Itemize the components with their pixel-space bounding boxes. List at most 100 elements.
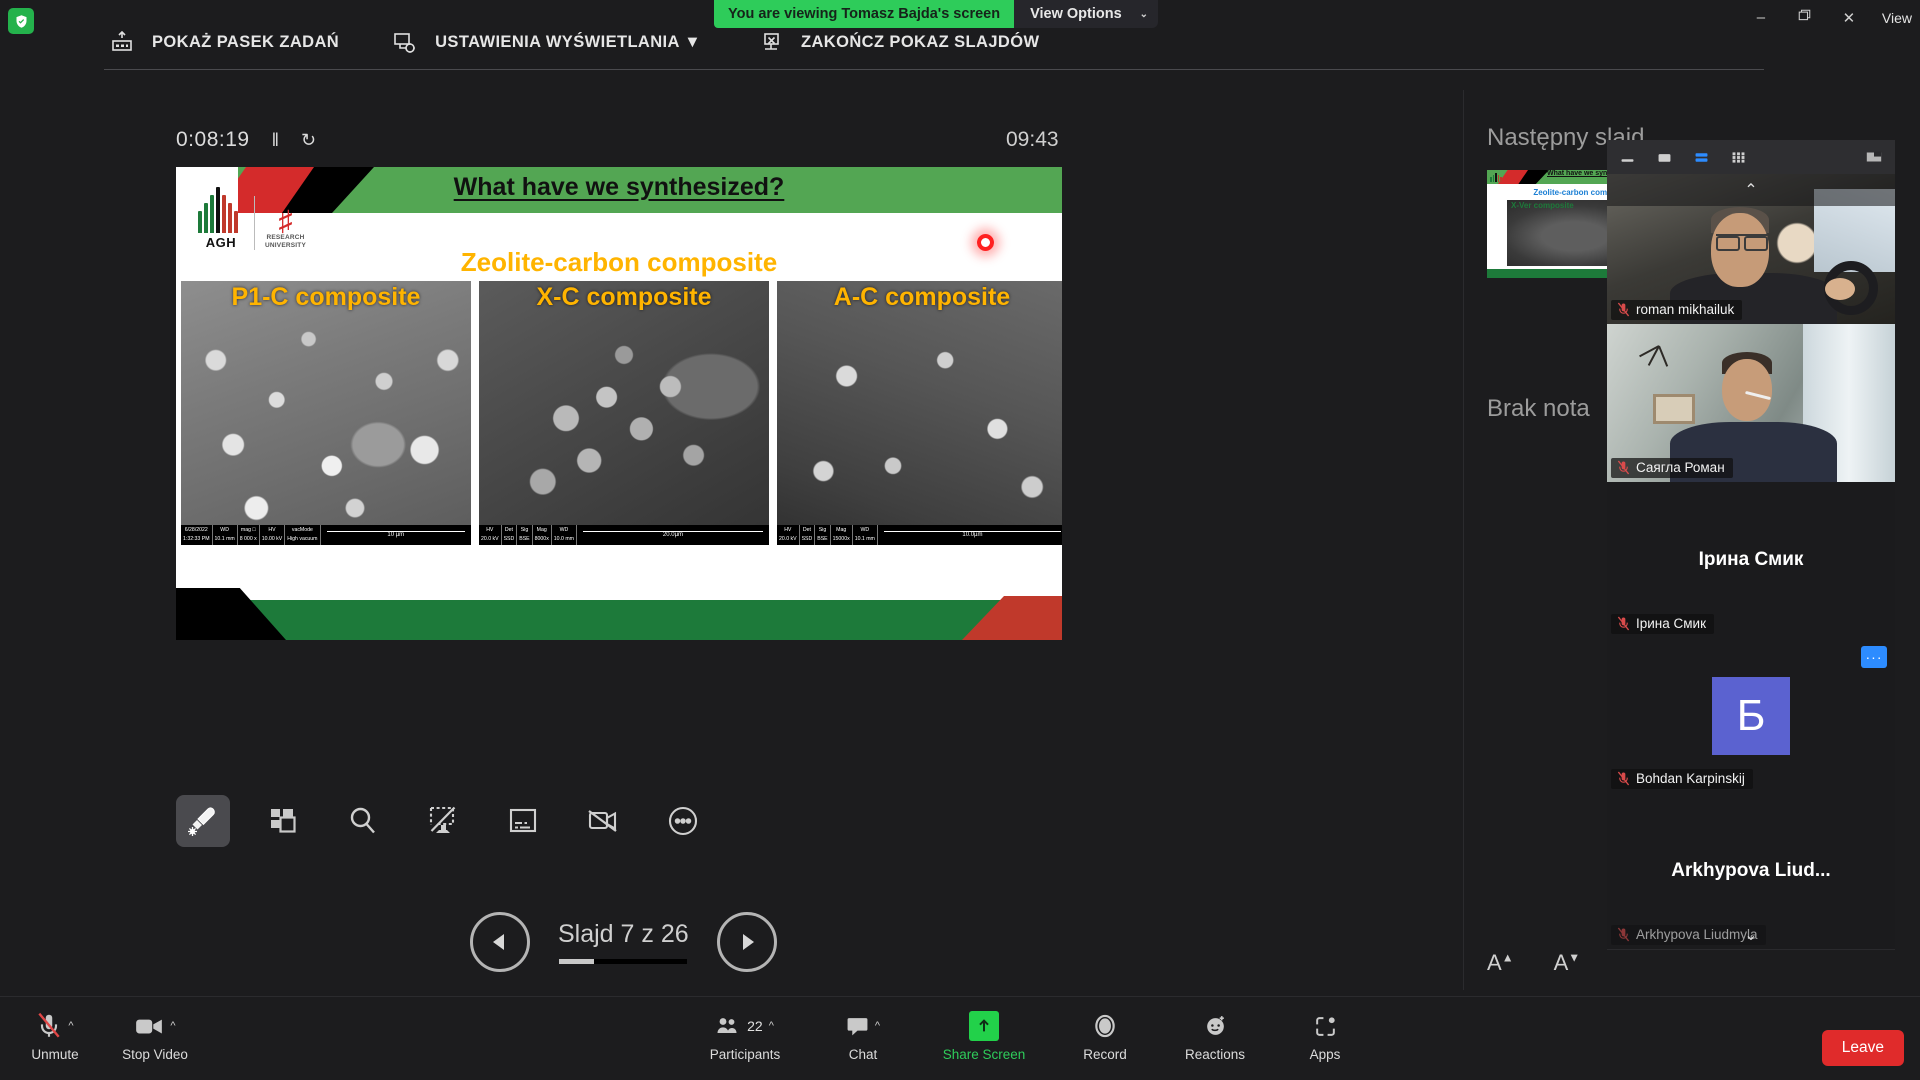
decrease-font-button[interactable]: A▼ (1554, 950, 1581, 976)
show-taskbar-button[interactable]: POKAŻ PASEK ZADAŃ (108, 30, 339, 56)
elapsed-time: 0:08:19 (176, 128, 250, 151)
slide-counter-group: Slajd 7 z 26 (558, 920, 689, 964)
participants-button[interactable]: 22 ^ Participants (700, 1011, 790, 1062)
toolbar-left-group: ^ Unmute ^ Stop Video (18, 1011, 192, 1062)
more-options-icon (668, 806, 698, 836)
pause-timer-button[interactable]: ‖ (272, 130, 279, 151)
scroll-down-button[interactable]: ⌄ (1607, 925, 1895, 945)
info-bottom: 8000x (534, 536, 549, 542)
video-tile[interactable]: Ірина Смик Ірина Смик (1607, 482, 1895, 638)
sem-info-cell: Det SSD (502, 525, 518, 545)
magnifier-tool[interactable] (336, 795, 390, 847)
close-button[interactable]: ✕ (1838, 9, 1860, 27)
subtitle-tool[interactable] (496, 795, 550, 847)
increase-font-button[interactable]: A▲ (1487, 950, 1514, 976)
spotlight-pen-tool[interactable] (176, 795, 230, 847)
stop-video-annot-tool[interactable] (576, 795, 630, 847)
participant-name-badge: Саягла Роман (1611, 458, 1733, 478)
next-slide-button[interactable] (716, 912, 777, 972)
apps-button[interactable]: Apps (1288, 1011, 1362, 1062)
sem-scalebar-3: 10.0µm (878, 525, 1062, 545)
sem-panel-ac: A-C composite HV 20.0 kV Det SSD Sig BSE Ma… (777, 281, 1062, 545)
sem-info-cell: vacMode High vacuum (285, 525, 321, 545)
notes-font-controls: A▲ A▼ (1487, 950, 1580, 976)
sem-info-cell: WD 10.1 mm (213, 525, 238, 545)
record-button[interactable]: Record (1068, 1011, 1142, 1062)
mic-off-icon (38, 1012, 61, 1038)
sem-panel-xc: X-C composite HV 20.0 kV Det SSD Sig BSE Ma… (479, 281, 769, 545)
video-strip-header (1607, 140, 1895, 174)
collapse-strip-button[interactable]: ⌃ (1607, 174, 1895, 206)
slide-subtitle: Zeolite-carbon composite (460, 247, 778, 277)
restore-button[interactable] (1794, 8, 1816, 27)
participant-name-badge: Ірина Смик (1611, 614, 1714, 634)
sem-infobar-3: HV 20.0 kV Det SSD Sig BSE Mag 15000x WD 10.1… (777, 525, 1062, 545)
end-slideshow-button[interactable]: ZAKOŃCZ POKAZ SLAJDÓW (757, 30, 1039, 56)
apps-label: Apps (1309, 1047, 1341, 1062)
window-controls: – ✕ View (1750, 8, 1912, 27)
chevron-up-icon[interactable]: ^ (170, 1020, 175, 1032)
mic-off-icon (1617, 771, 1630, 786)
toolbar-center-group: 22 ^ Participants ^ Chat Share Screen Re… (700, 1011, 1362, 1062)
video-tile[interactable]: ··· Б Bohdan Karpinskij (1607, 638, 1895, 793)
slide-canvas[interactable]: What have we synthesized? AGH ♯ RESEARCH… (176, 167, 1062, 640)
info-top: HV (486, 527, 494, 533)
research-university-logo: ♯ RESEARCH UNIVERSITY (265, 207, 306, 250)
share-screen-button[interactable]: Share Screen (936, 1011, 1032, 1062)
zoom-meeting-window: You are viewing Tomasz Bajda's screen Vi… (0, 0, 1920, 1080)
chevron-up-icon[interactable]: ^ (68, 1020, 73, 1032)
spotlight-pen-icon (188, 807, 215, 836)
end-slideshow-label: ZAKOŃCZ POKAZ SLAJDÓW (800, 33, 1040, 51)
video-tile[interactable]: Саягла Роман (1607, 324, 1895, 482)
participant-name: roman mikhailuk (1636, 302, 1735, 317)
leave-button[interactable]: Leave (1821, 1030, 1904, 1066)
taskbar-icon (108, 30, 136, 56)
info-top: WD (860, 527, 870, 533)
presentation-timer-row: 0:08:19 ‖ ↻ (176, 128, 1076, 152)
scalebar-label: 20.0µm (658, 532, 688, 538)
stop-video-button[interactable]: ^ Stop Video (118, 1011, 192, 1062)
scalebar-label: 10.0µm (958, 532, 987, 538)
sem-image-row: P1-C composite 6/28/2022 1:32:33 PM WD 10.… (181, 281, 1062, 545)
reactions-icon (1206, 1015, 1224, 1035)
tile-more-options-button[interactable]: ··· (1861, 646, 1887, 668)
agh-logo: AGH (198, 185, 244, 250)
info-bottom: BSE (817, 536, 828, 542)
apps-icon (1315, 1016, 1335, 1036)
info-bottom: 20.0 kV (481, 536, 499, 542)
powerpoint-control-bar: POKAŻ PASEK ZADAŃ USTAWIENIA WYŚWIETLANI… (104, 16, 1764, 70)
info-bottom: 20.0 kV (779, 536, 797, 542)
chat-button[interactable]: ^ Chat (826, 1011, 900, 1062)
security-shield-icon[interactable] (8, 8, 34, 34)
participant-name-badge: roman mikhailuk (1611, 300, 1743, 320)
annotation-toolbar (176, 795, 710, 847)
info-top: WD (220, 527, 229, 533)
layout-panels-tool[interactable] (256, 795, 310, 847)
info-top: WD (559, 527, 569, 533)
agh-logo-bars (198, 185, 244, 233)
popout-icon[interactable] (1865, 148, 1883, 166)
display-settings-button[interactable]: USTAWIENIA WYŚWIETLANIA ▼ (391, 30, 701, 56)
sem-info-cell: HV 20.0 kV (479, 525, 502, 545)
slide-footer-band (176, 600, 1062, 640)
sem-info-cell: HV 10.00 kV (260, 525, 286, 545)
chevron-up-icon[interactable]: ^ (769, 1020, 774, 1032)
sem-info-cell: Mag 15000x (831, 525, 853, 545)
unmute-label: Unmute (31, 1047, 79, 1062)
video-tile[interactable]: ⌃ roman mikhailuk (1607, 174, 1895, 324)
minimize-view-icon[interactable] (1619, 149, 1636, 166)
grid-view-icon[interactable] (1730, 149, 1747, 166)
previous-slide-button[interactable] (470, 912, 530, 972)
more-annot-options[interactable] (656, 795, 710, 847)
chevron-up-icon[interactable]: ^ (875, 1020, 880, 1032)
view-mode-button[interactable]: View (1882, 10, 1912, 26)
hide-display-tool[interactable] (416, 795, 470, 847)
video-tile[interactable]: Arkhypova Liud... Arkhypova Liudmyla ⌄ (1607, 793, 1895, 949)
sem-info-cell: Mag 8000x (533, 525, 552, 545)
speaker-view-icon[interactable] (1656, 149, 1673, 166)
info-bottom: 10.0 mm (553, 536, 574, 542)
unmute-button[interactable]: ^ Unmute (18, 1011, 92, 1062)
reactions-button[interactable]: Reactions (1178, 1011, 1252, 1062)
reset-timer-button[interactable]: ↻ (301, 130, 316, 151)
gallery-strip-icon[interactable] (1693, 149, 1710, 166)
